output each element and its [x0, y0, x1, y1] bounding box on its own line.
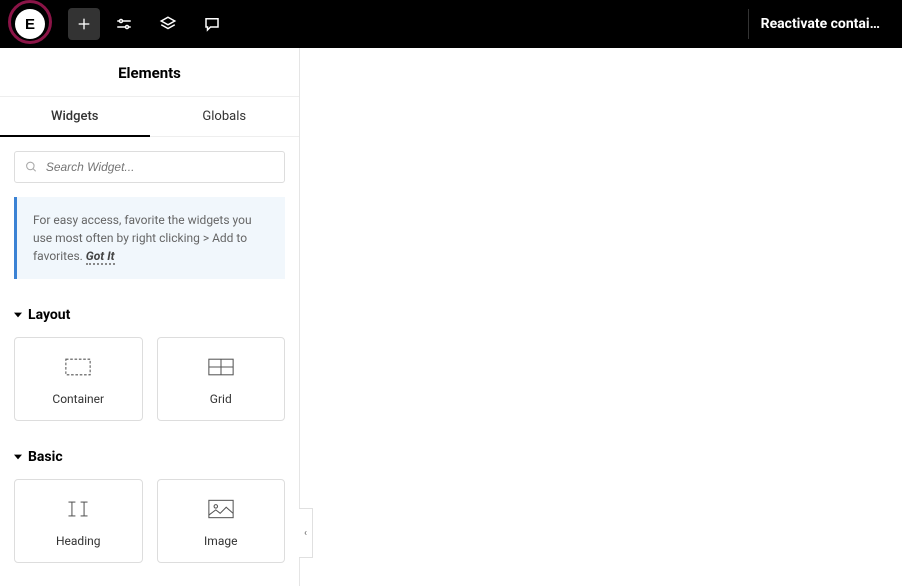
- widget-label: Grid: [210, 392, 232, 406]
- toolbar-right: Reactivate contai…: [748, 9, 892, 39]
- add-element-button[interactable]: [68, 8, 100, 40]
- panel-title: Elements: [0, 48, 299, 97]
- main-area: Elements Widgets Globals For easy access…: [0, 48, 902, 586]
- heading-icon: [65, 498, 91, 520]
- panel-collapse-handle[interactable]: ‹: [299, 508, 313, 558]
- site-settings-button[interactable]: [104, 4, 144, 44]
- container-icon: [65, 356, 91, 378]
- widget-label: Container: [52, 392, 104, 406]
- image-icon: [208, 498, 234, 520]
- tab-widgets[interactable]: Widgets: [0, 97, 150, 136]
- widget-image[interactable]: Image: [157, 479, 286, 563]
- tip-text: For easy access, favorite the widgets yo…: [33, 213, 252, 263]
- elementor-logo[interactable]: E: [0, 0, 60, 48]
- panel-tabs: Widgets Globals: [0, 97, 299, 137]
- layout-widgets-grid: Container Grid: [14, 337, 285, 421]
- sliders-icon: [115, 15, 133, 33]
- widget-label: Heading: [56, 534, 101, 548]
- search-wrap: [0, 137, 299, 197]
- plus-icon: [76, 16, 92, 32]
- favorites-tip: For easy access, favorite the widgets yo…: [14, 197, 285, 279]
- widget-container[interactable]: Container: [14, 337, 143, 421]
- widget-heading[interactable]: Heading: [14, 479, 143, 563]
- section-header-basic[interactable]: Basic: [14, 443, 285, 479]
- toolbar-left: E: [0, 0, 232, 48]
- search-input[interactable]: [46, 160, 274, 174]
- search-box[interactable]: [14, 151, 285, 183]
- tab-globals[interactable]: Globals: [150, 97, 300, 136]
- widget-label: Image: [204, 534, 237, 548]
- reactivate-button[interactable]: Reactivate contai…: [748, 9, 892, 39]
- tip-container: For easy access, favorite the widgets yo…: [0, 197, 299, 293]
- search-icon: [25, 160, 38, 174]
- top-toolbar: E Reactivate contai…: [0, 0, 902, 48]
- grid-icon: [208, 356, 234, 378]
- logo-icon: E: [15, 9, 45, 39]
- layers-icon: [159, 15, 177, 33]
- caret-down-icon: [14, 453, 22, 461]
- section-header-layout[interactable]: Layout: [14, 301, 285, 337]
- section-title-basic: Basic: [28, 449, 63, 465]
- tip-got-it-link[interactable]: Got It: [86, 249, 115, 265]
- structure-button[interactable]: [148, 4, 188, 44]
- editor-canvas[interactable]: [300, 48, 902, 586]
- section-basic: Basic Heading Image: [0, 435, 299, 577]
- widget-grid[interactable]: Grid: [157, 337, 286, 421]
- section-title-layout: Layout: [28, 307, 70, 323]
- notes-button[interactable]: [192, 4, 232, 44]
- section-layout: Layout Container Grid: [0, 293, 299, 435]
- basic-widgets-grid: Heading Image: [14, 479, 285, 563]
- comment-icon: [203, 15, 221, 33]
- elements-panel: Elements Widgets Globals For easy access…: [0, 48, 300, 586]
- caret-down-icon: [14, 311, 22, 319]
